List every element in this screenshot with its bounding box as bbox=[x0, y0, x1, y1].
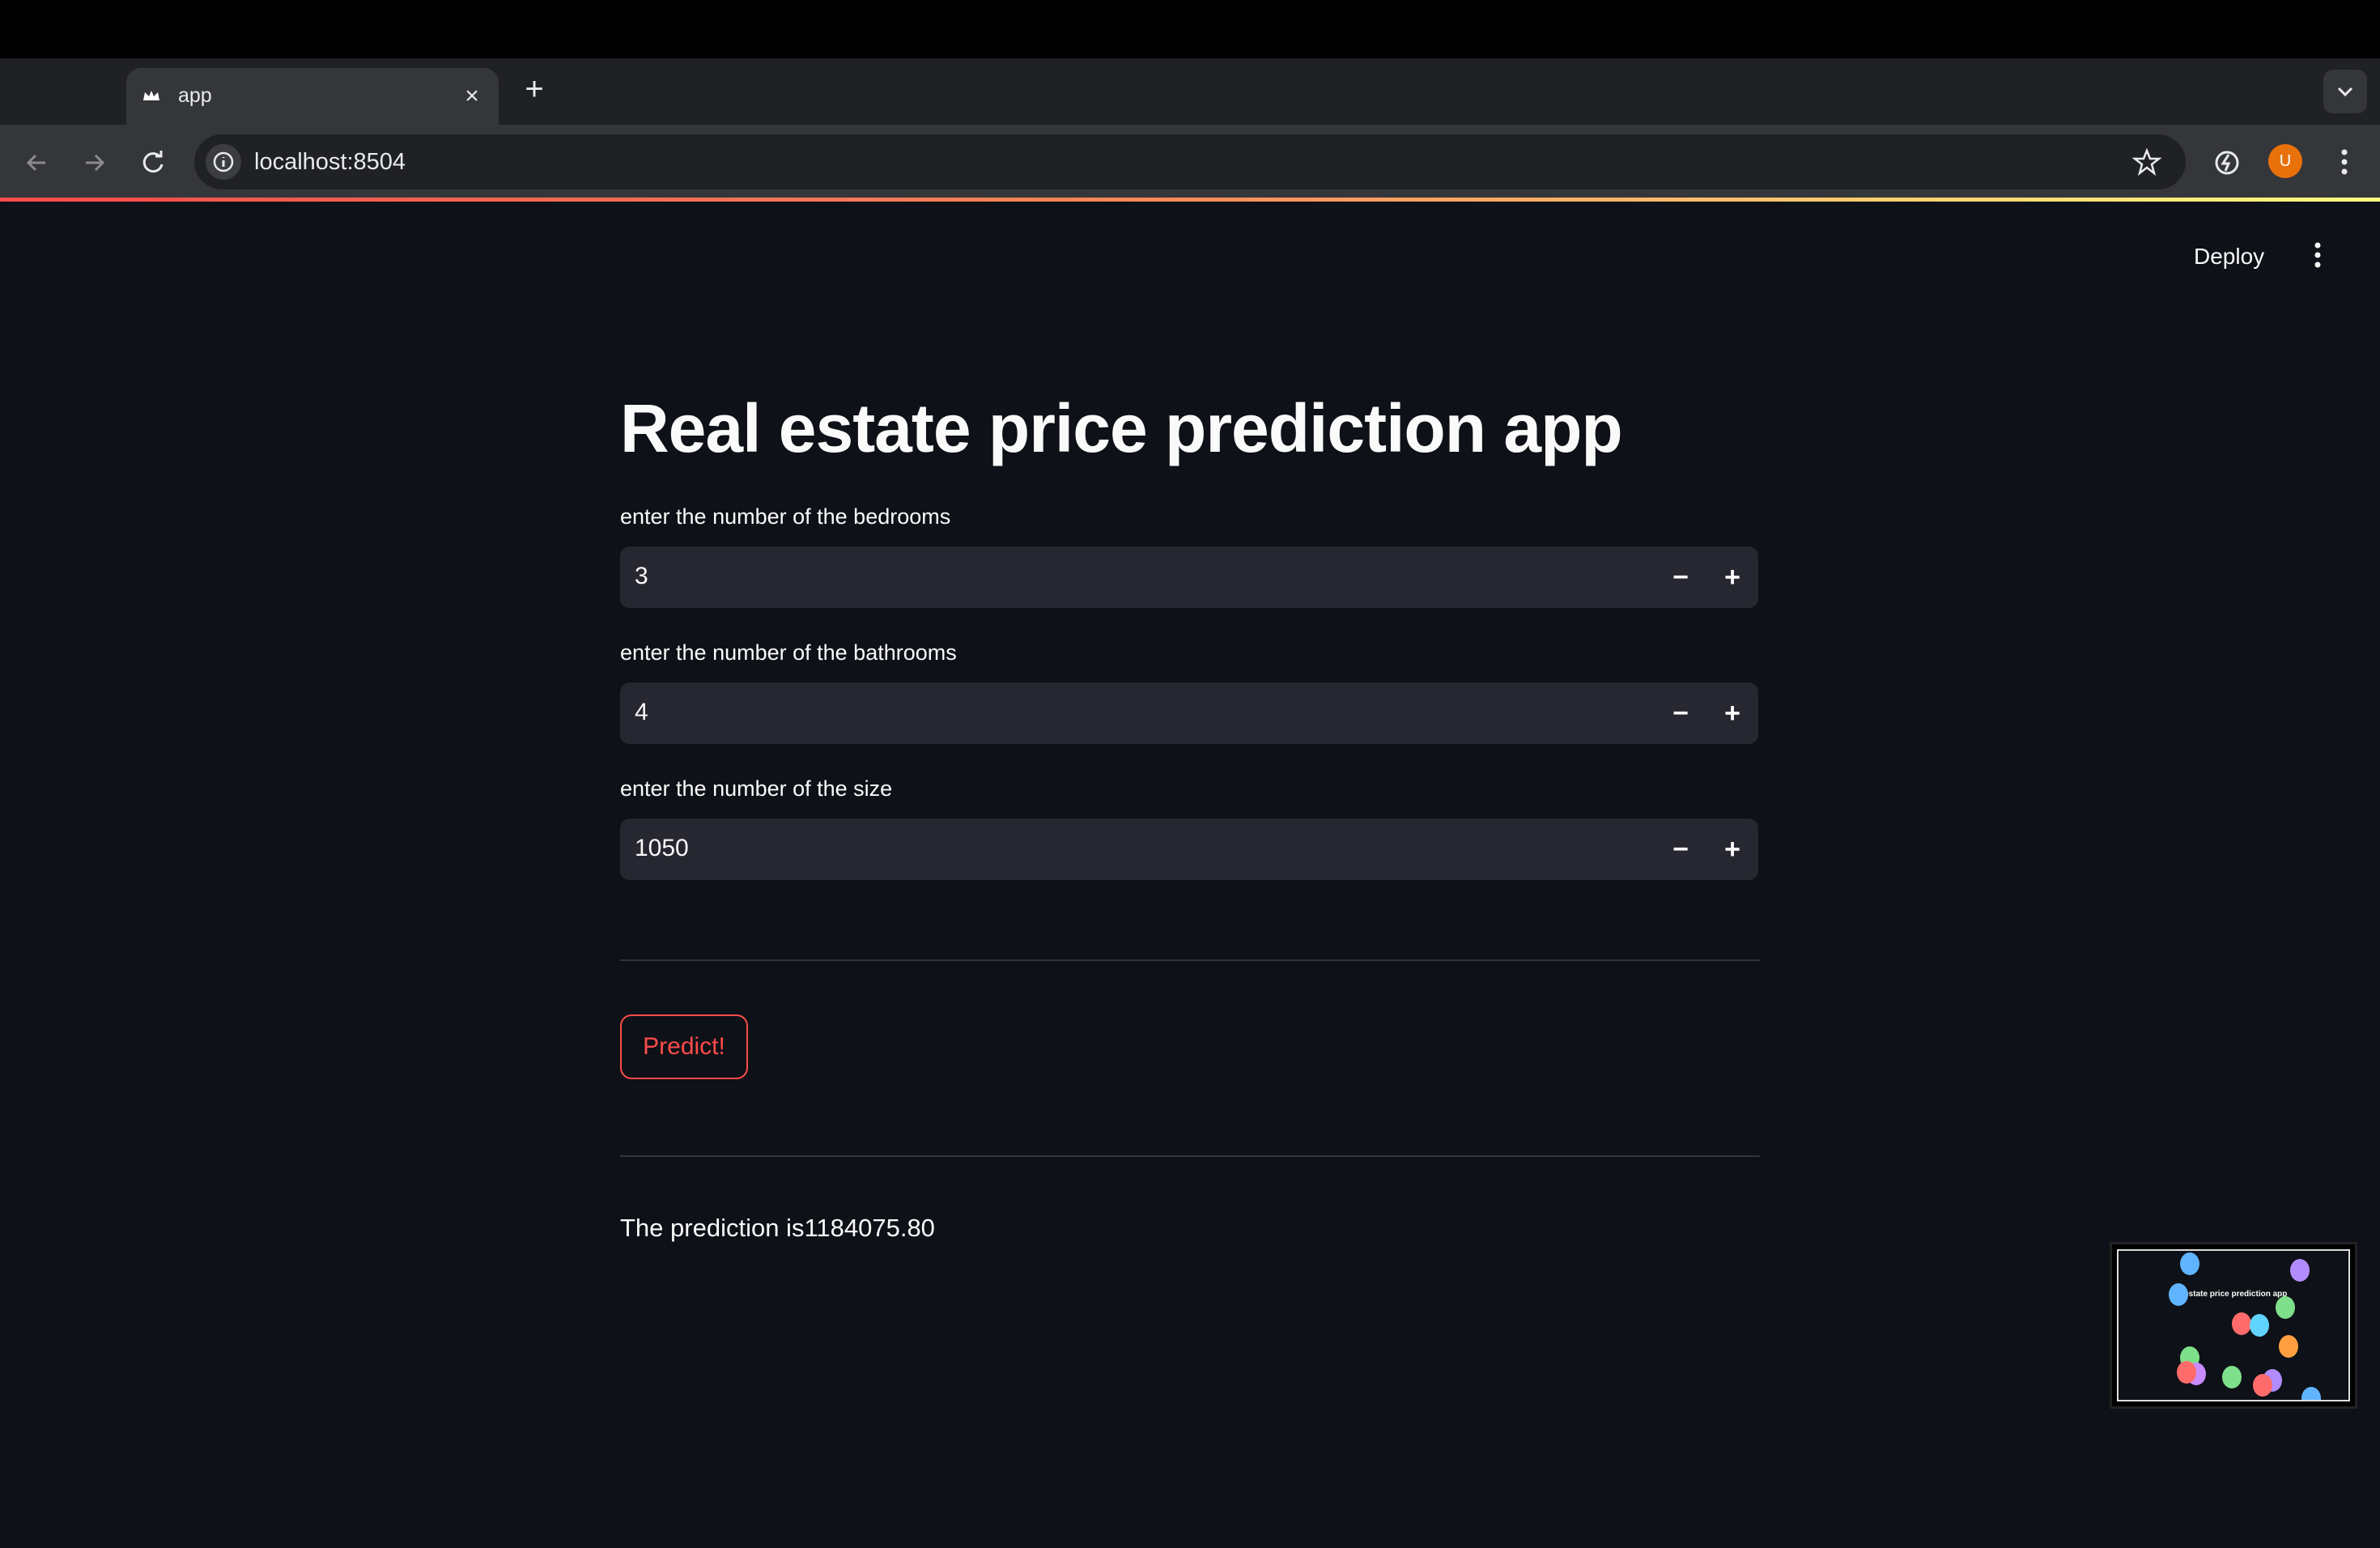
balloon bbox=[2279, 1335, 2298, 1358]
size-input[interactable]: 1050 − + bbox=[620, 819, 1758, 880]
app-content: Deploy Real estate price prediction app … bbox=[0, 202, 2380, 1548]
bedrooms-value[interactable]: 3 bbox=[635, 563, 648, 590]
size-decrement-button[interactable]: − bbox=[1655, 819, 1706, 880]
back-arrow-icon[interactable] bbox=[19, 146, 53, 180]
balloon bbox=[2177, 1361, 2196, 1384]
close-icon[interactable]: × bbox=[458, 83, 486, 110]
browser-toolbar: localhost:8504 bbox=[0, 125, 2380, 201]
bedrooms-decrement-button[interactable]: − bbox=[1655, 546, 1706, 608]
chevron-down-icon bbox=[2337, 87, 2353, 97]
profile-avatar[interactable]: U bbox=[2268, 144, 2302, 178]
info-icon[interactable] bbox=[206, 144, 241, 180]
screen-top-bar bbox=[0, 0, 2380, 58]
thumbnail-preview: al estate price prediction app bbox=[2117, 1249, 2350, 1401]
screen-recording-thumbnail[interactable]: al estate price prediction app bbox=[2110, 1242, 2357, 1409]
address-bar[interactable]: localhost:8504 bbox=[194, 134, 2186, 189]
bathrooms-value[interactable]: 4 bbox=[635, 699, 648, 726]
size-label: enter the number of the size bbox=[620, 776, 893, 801]
star-icon[interactable] bbox=[2132, 147, 2161, 176]
bedrooms-increment-button[interactable]: + bbox=[1706, 546, 1758, 608]
balloon bbox=[2290, 1259, 2310, 1282]
tab-title: app bbox=[178, 84, 212, 107]
url-text: localhost:8504 bbox=[254, 149, 406, 175]
bedrooms-input[interactable]: 3 − + bbox=[620, 546, 1758, 608]
reload-icon[interactable] bbox=[136, 146, 170, 180]
streamlit-crown-icon bbox=[143, 91, 159, 100]
kebab-menu-icon[interactable] bbox=[2330, 146, 2359, 178]
balloon bbox=[2250, 1314, 2269, 1337]
prediction-result: The prediction is1184075.80 bbox=[620, 1214, 935, 1242]
browser-tab[interactable]: app × bbox=[126, 68, 499, 125]
balloon bbox=[2180, 1252, 2199, 1275]
forward-arrow-icon[interactable] bbox=[78, 146, 112, 180]
balloon bbox=[2301, 1387, 2321, 1400]
deploy-button[interactable]: Deploy bbox=[2194, 244, 2264, 270]
divider bbox=[620, 959, 1760, 961]
balloon bbox=[2253, 1374, 2272, 1397]
balloon bbox=[2232, 1312, 2251, 1335]
bathrooms-label: enter the number of the bathrooms bbox=[620, 640, 957, 665]
size-increment-button[interactable]: + bbox=[1706, 819, 1758, 880]
predict-button[interactable]: Predict! bbox=[620, 1014, 748, 1079]
page-title: Real estate price prediction app bbox=[620, 390, 1623, 466]
plus-icon[interactable]: + bbox=[518, 73, 550, 107]
bathrooms-input[interactable]: 4 − + bbox=[620, 683, 1758, 744]
balloon bbox=[2222, 1366, 2242, 1389]
bedrooms-label: enter the number of the bedrooms bbox=[620, 504, 951, 529]
size-value[interactable]: 1050 bbox=[635, 835, 689, 862]
bathrooms-decrement-button[interactable]: − bbox=[1655, 683, 1706, 744]
browser-tab-strip: app × + bbox=[0, 58, 2380, 125]
balloon bbox=[2169, 1283, 2188, 1306]
balloon bbox=[2276, 1296, 2295, 1319]
tab-search-button[interactable] bbox=[2323, 70, 2367, 113]
thumbnail-title: al estate price prediction app bbox=[2175, 1290, 2288, 1299]
app-menu-icon[interactable] bbox=[2306, 237, 2330, 273]
extension-icon[interactable] bbox=[2210, 146, 2244, 180]
divider bbox=[620, 1155, 1760, 1157]
bathrooms-increment-button[interactable]: + bbox=[1706, 683, 1758, 744]
